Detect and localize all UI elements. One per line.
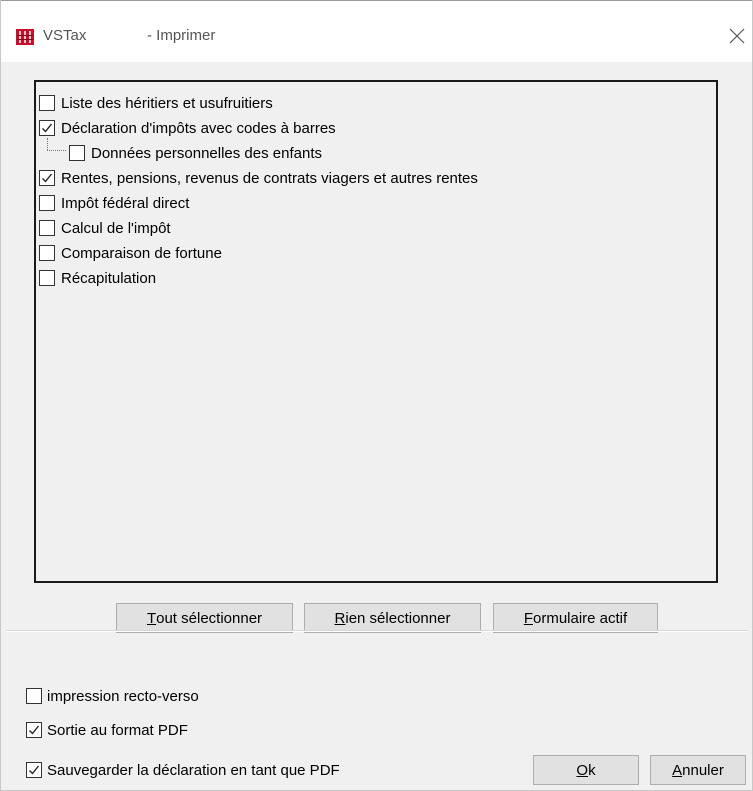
list-item[interactable]: Comparaison de fortune (39, 242, 222, 264)
checkmark-icon (42, 173, 53, 183)
list-item-label: Récapitulation (61, 269, 157, 287)
option-label: Sortie au format PDF (47, 721, 188, 739)
checkbox[interactable] (26, 762, 42, 778)
checkbox[interactable] (69, 145, 85, 161)
checkmark-icon (29, 765, 40, 775)
option-save-pdf[interactable]: Sauvegarder la déclaration en tant que P… (26, 759, 340, 781)
list-item-label: Calcul de l'impôt (61, 219, 171, 237)
list-item-label: Comparaison de fortune (61, 244, 222, 262)
title-bar-top-border (1, 0, 752, 1)
list-item[interactable]: Calcul de l'impôt (39, 217, 171, 239)
cancel-button[interactable]: Annuler (650, 755, 746, 785)
option-pdf-output[interactable]: Sortie au format PDF (26, 719, 188, 741)
list-item-label: Rentes, pensions, revenus de contrats vi… (61, 169, 478, 187)
list-item[interactable]: Rentes, pensions, revenus de contrats vi… (39, 167, 478, 189)
option-duplex[interactable]: impression recto-verso (26, 685, 199, 707)
checkbox[interactable] (39, 270, 55, 286)
option-label: Sauvegarder la déclaration en tant que P… (47, 761, 340, 779)
print-items-list: Liste des héritiers et usufruitiers Décl… (34, 80, 718, 583)
ok-mnemonic: O (576, 761, 589, 779)
list-item[interactable]: Liste des héritiers et usufruitiers (39, 92, 273, 114)
select-none-button[interactable]: Rien sélectionner (304, 603, 481, 633)
active-form-mnemonic: F (523, 609, 533, 627)
select-all-button[interactable]: Tout sélectionner (116, 603, 293, 633)
list-item[interactable]: Déclaration d'impôts avec codes à barres (39, 117, 336, 139)
select-all-mnemonic: T (146, 609, 157, 627)
checkbox[interactable] (39, 170, 55, 186)
tree-connector-horizontal (47, 150, 66, 151)
list-item-label: Impôt fédéral direct (61, 194, 190, 212)
active-form-button[interactable]: Formulaire actif (493, 603, 658, 633)
list-item[interactable]: Récapitulation (39, 267, 156, 289)
list-item[interactable]: Données personnelles des enfants (69, 142, 322, 164)
close-icon[interactable] (723, 22, 751, 50)
select-none-mnemonic: R (334, 609, 346, 627)
checkbox[interactable] (39, 245, 55, 261)
title-bar: VSTax - Imprimer (1, 0, 752, 62)
section-divider (6, 630, 747, 632)
ok-label: k (588, 761, 596, 779)
checkmark-icon (29, 725, 40, 735)
checkmark-icon (42, 123, 53, 133)
ok-button[interactable]: Ok (533, 755, 639, 785)
cancel-label: nnuler (682, 761, 724, 779)
list-item-label: Liste des héritiers et usufruitiers (61, 94, 273, 112)
select-none-label: ien sélectionner (345, 609, 451, 627)
checkbox[interactable] (26, 688, 42, 704)
option-label: impression recto-verso (47, 687, 199, 705)
checkbox[interactable] (39, 120, 55, 136)
window-app-name: VSTax (43, 27, 87, 44)
list-item[interactable]: Impôt fédéral direct (39, 192, 189, 214)
vstax-app-icon (16, 29, 34, 45)
cancel-mnemonic: A (672, 761, 683, 779)
print-dialog: VSTax - Imprimer Liste des héritiers et … (0, 0, 753, 791)
checkbox[interactable] (39, 195, 55, 211)
checkbox[interactable] (26, 722, 42, 738)
window-title: - Imprimer (147, 27, 216, 44)
checkbox[interactable] (39, 220, 55, 236)
list-item-label: Données personnelles des enfants (91, 144, 322, 162)
checkbox[interactable] (39, 95, 55, 111)
tree-connector-vertical (47, 138, 48, 150)
select-all-label: out sélectionner (156, 609, 263, 627)
list-item-label: Déclaration d'impôts avec codes à barres (61, 119, 336, 137)
active-form-label: ormulaire actif (532, 609, 628, 627)
